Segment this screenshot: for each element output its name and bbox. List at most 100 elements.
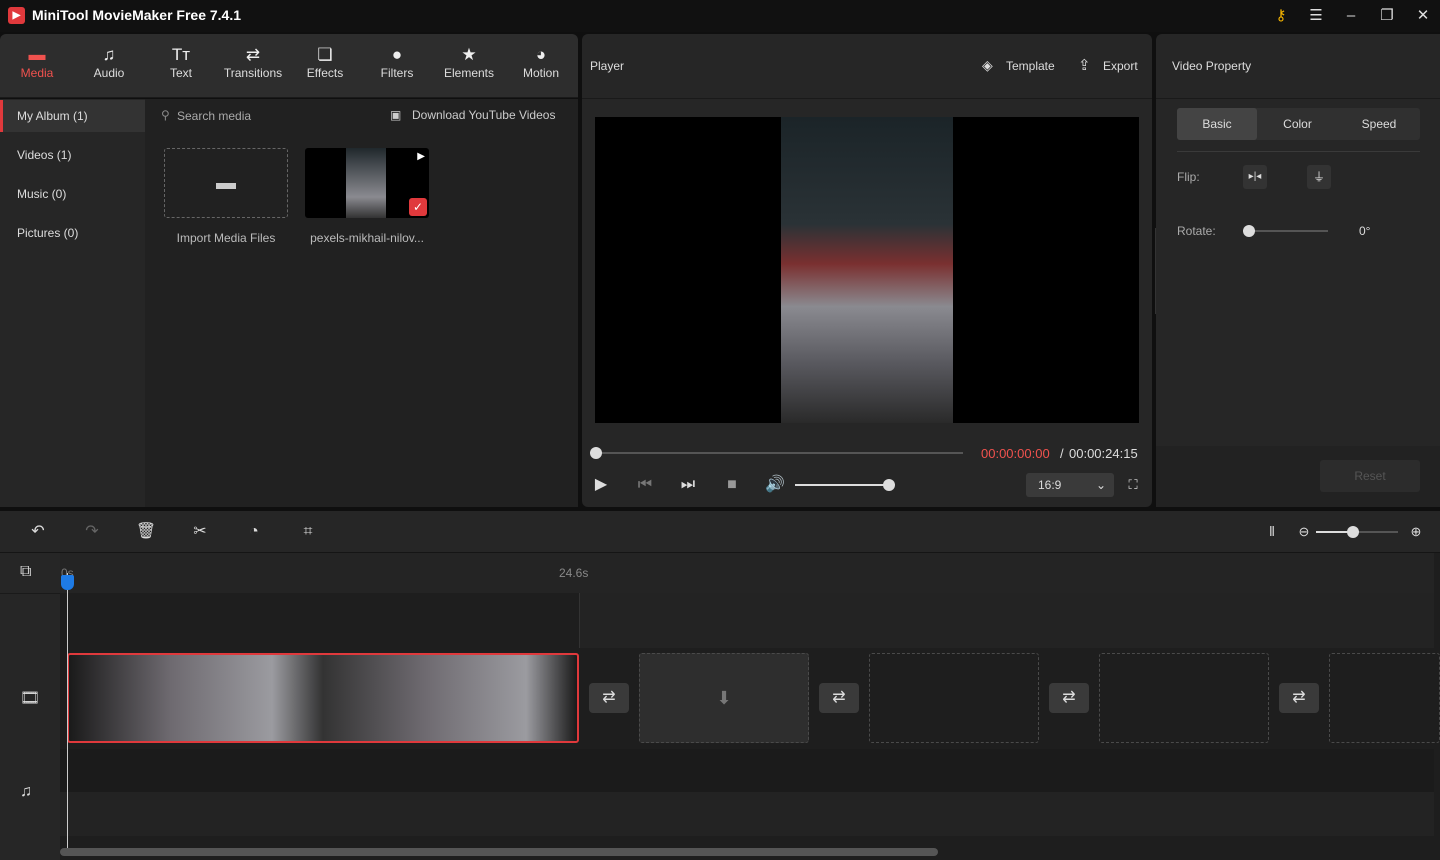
download-youtube-button[interactable]: Download YouTube Videos (412, 108, 555, 122)
media-library: ⚲ Search media ▣ Download YouTube Videos… (145, 99, 578, 507)
player-panel: Player ◈ Template ⇪ Export 00:00:00:00 /… (582, 34, 1152, 507)
divider (582, 98, 1152, 99)
tab-speed[interactable]: Speed (1338, 108, 1420, 140)
tab-text[interactable]: Tт Text (145, 44, 217, 80)
reset-button[interactable]: Reset (1320, 460, 1420, 492)
minimize-button[interactable]: – (1341, 6, 1361, 26)
stop-button[interactable]: ■ (720, 473, 744, 497)
total-time: 00:00:24:15 (1069, 446, 1138, 461)
delete-button[interactable]: 🗑 (134, 520, 158, 544)
audio-track (60, 749, 1434, 792)
volume-handle[interactable] (883, 479, 895, 491)
flip-label: Flip: (1177, 170, 1200, 184)
menu-icon[interactable]: ☰ (1306, 6, 1326, 26)
crop-button[interactable]: ⌗ (296, 520, 320, 544)
tab-color[interactable]: Color (1257, 108, 1338, 140)
tab-effects[interactable]: ❏ Effects (289, 44, 361, 80)
next-frame-button[interactable]: ⏭ (676, 473, 700, 497)
redo-button[interactable]: ↷ (80, 520, 104, 544)
flip-vertical-button[interactable]: ⏚ (1307, 165, 1331, 189)
media-clip-thumbnail[interactable]: ▶ ✓ (305, 148, 429, 218)
sidebar-item-my-album[interactable]: My Album (1) (0, 100, 145, 132)
undo-button[interactable]: ↶ (26, 520, 50, 544)
speed-button[interactable]: ◔ (242, 520, 266, 544)
current-time: 00:00:00:00 (981, 446, 1050, 461)
sidebar-item-music[interactable]: Music (0) (0, 178, 145, 210)
add-track-icon[interactable]: ⧉ (20, 563, 31, 581)
transition-slot-button[interactable]: ⇄ (819, 683, 859, 713)
tab-transitions[interactable]: ⇄ Transitions (217, 44, 289, 80)
property-tabs: Basic Color Speed (1177, 108, 1420, 140)
rotate-handle[interactable] (1243, 225, 1255, 237)
search-icon: ⚲ (161, 108, 170, 122)
tab-audio[interactable]: ♫ Audio (73, 44, 145, 80)
zoom-out-button[interactable]: ⊖ (1292, 520, 1316, 544)
clip-preview (346, 148, 386, 218)
transitions-icon: ⇄ (245, 45, 261, 64)
sidebar-item-videos[interactable]: Videos (1) (0, 139, 145, 171)
transition-slot-button[interactable]: ⇄ (589, 683, 629, 713)
time-ruler: 0s 24.6s (60, 553, 1434, 593)
divider (1177, 151, 1420, 152)
close-button[interactable]: ✕ (1413, 6, 1433, 26)
playhead-handle[interactable] (61, 575, 74, 590)
video-icon: ▶ (417, 151, 425, 162)
track-headers: ⧉ 🎞 ♫ (0, 553, 60, 860)
split-button[interactable]: ✂ (188, 520, 212, 544)
tab-basic[interactable]: Basic (1177, 108, 1257, 140)
rotate-slider[interactable] (1249, 230, 1328, 232)
empty-slot[interactable] (1329, 653, 1440, 743)
export-icon: ⇪ (1078, 57, 1091, 74)
property-title: Video Property (1172, 59, 1252, 73)
title-bar: ▶ MiniTool MovieMaker Free 7.4.1 ⚷ ☰ – ❐… (0, 0, 1440, 32)
tab-filters[interactable]: ● Filters (361, 44, 433, 80)
play-button[interactable]: ▶ (589, 473, 613, 497)
clip-name: pexels-mikhail-nilov... (310, 231, 424, 245)
tab-elements[interactable]: ★ Elements (433, 44, 505, 80)
tab-motion[interactable]: ◕ Motion (505, 44, 577, 80)
fullscreen-button[interactable]: ⛶ (1121, 473, 1145, 497)
ruler-end-label: 24.6s (559, 566, 589, 580)
seek-bar[interactable] (595, 452, 963, 454)
text-icon: Tт (171, 45, 191, 64)
aspect-ratio-select[interactable]: 16:9 ⌄ (1026, 473, 1114, 497)
horizontal-scrollbar[interactable] (60, 848, 938, 856)
fit-timeline-button[interactable]: ⦀ (1260, 520, 1284, 544)
empty-slot[interactable] (869, 653, 1039, 743)
drop-media-slot[interactable]: ⬇ (639, 653, 809, 743)
chevron-down-icon: ⌄ (1095, 478, 1106, 492)
maximize-button[interactable]: ❐ (1377, 6, 1397, 26)
media-toolbar: ▬ Media ♫ Audio Tт Text ⇄ Transitions ❏ Effec… (0, 34, 578, 98)
export-button[interactable]: Export (1103, 59, 1138, 73)
app-logo-icon: ▶ (8, 7, 25, 24)
volume-icon[interactable]: 🔊 (763, 473, 787, 497)
key-icon[interactable]: ⚷ (1271, 6, 1291, 26)
sidebar-item-pictures[interactable]: Pictures (0) (0, 217, 145, 249)
music-note-icon: ♫ (102, 45, 116, 64)
checkmark-icon[interactable]: ✓ (409, 198, 427, 216)
layers-icon: ◈ (982, 57, 993, 73)
import-media-button[interactable]: ▬ (164, 148, 288, 218)
elements-icon: ★ (461, 45, 477, 64)
audio-track-2 (60, 792, 1434, 836)
zoom-in-button[interactable]: ⊕ (1404, 520, 1428, 544)
previous-frame-button[interactable]: ⏮ (633, 473, 657, 497)
folder-icon: ▬ (28, 45, 46, 64)
rotate-label: Rotate: (1177, 224, 1216, 238)
tab-media[interactable]: ▬ Media (1, 44, 73, 80)
volume-slider[interactable] (795, 484, 889, 486)
template-button[interactable]: Template (1006, 59, 1055, 73)
timeline-zoom-handle[interactable] (1347, 526, 1359, 538)
property-footer: Reset (1156, 446, 1440, 507)
motion-icon: ◕ (535, 45, 547, 64)
import-media-label: Import Media Files (176, 231, 276, 245)
transition-slot-button[interactable]: ⇄ (1279, 683, 1319, 713)
empty-slot[interactable] (1099, 653, 1269, 743)
video-preview[interactable] (595, 117, 1139, 423)
search-input[interactable]: Search media (177, 109, 251, 123)
transition-slot-button[interactable]: ⇄ (1049, 683, 1089, 713)
flip-horizontal-button[interactable]: ▸|◂ (1243, 165, 1267, 189)
video-clip[interactable] (67, 653, 579, 743)
playhead-line[interactable] (67, 573, 68, 853)
seek-handle[interactable] (590, 447, 602, 459)
